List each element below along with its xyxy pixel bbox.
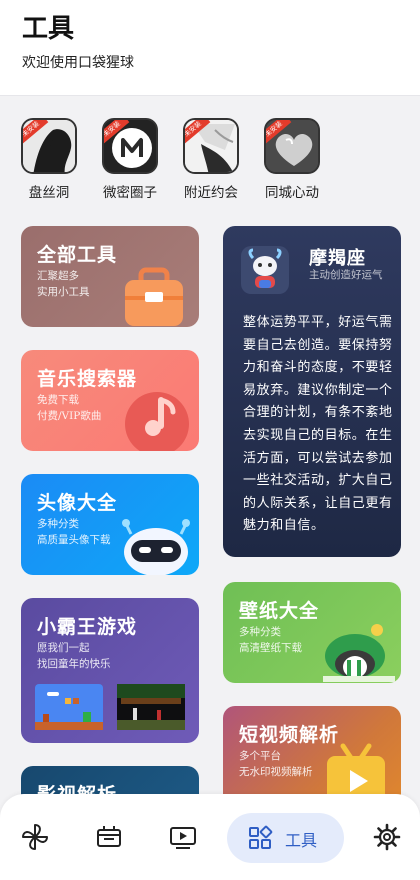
nav-home[interactable] <box>20 822 50 852</box>
card-desc-line: 多种分类 <box>37 518 79 530</box>
card-avatar[interactable]: 头像大全 多种分类 高质量头像下载 <box>21 474 199 575</box>
app-shortcuts: 未安装 盘丝洞 未安装 微密圈子 未安装 附近约会 未安装 同城心动 <box>0 118 420 201</box>
page-title: 工具 <box>22 14 75 44</box>
card-desc: 免费下载 付费/VIP歌曲 <box>37 392 101 424</box>
card-desc-line: 多个平台 <box>239 750 281 762</box>
card-desc-line: 愿我们一起 <box>37 642 90 654</box>
app-label: 微密圈子 <box>103 185 157 201</box>
horoscope-text: 整体运势平平，好运气需要自己去创造。要保持努力和奋斗的态度，不要轻易放弃。建议你… <box>243 315 393 534</box>
bottom-nav: 工具 <box>0 794 420 880</box>
card-all-tools[interactable]: 全部工具 汇聚超多 实用小工具 <box>21 226 199 327</box>
gear-icon <box>373 823 401 851</box>
card-music-search[interactable]: 音乐搜索器 免费下载 付费/VIP歌曲 <box>21 350 199 451</box>
nav-video[interactable] <box>168 822 198 852</box>
app-label: 附近约会 <box>184 185 238 201</box>
wallpaper-scene-icon <box>323 624 395 682</box>
grid-icon <box>249 825 273 849</box>
app-icon-pansidong: 未安装 <box>21 118 77 174</box>
zodiac-avatar <box>241 246 289 294</box>
nav-tools-label: 工具 <box>285 831 318 850</box>
page-subtitle: 欢迎使用口袋猩球 <box>22 55 134 71</box>
nav-settings[interactable] <box>372 822 402 852</box>
app-pansidong[interactable]: 未安装 盘丝洞 <box>13 118 85 201</box>
card-title: 全部工具 <box>37 244 118 266</box>
game-screenshot-contra <box>117 684 185 730</box>
card-wallpaper[interactable]: 壁纸大全 多种分类 高清壁纸下载 <box>223 582 401 683</box>
pinwheel-icon <box>22 824 48 850</box>
app-icon-nearby: 未安装 <box>183 118 239 174</box>
zodiac-title: 摩羯座 <box>309 248 366 269</box>
card-desc: 汇聚超多 实用小工具 <box>37 268 90 300</box>
card-desc-line: 多种分类 <box>239 626 281 638</box>
card-desc-line: 实用小工具 <box>37 286 90 298</box>
app-icon-tongcheng: 未安装 <box>264 118 320 174</box>
card-desc: 多种分类 高质量头像下载 <box>37 516 111 548</box>
card-desc: 多种分类 高清壁纸下载 <box>239 624 302 656</box>
card-desc-line: 高质量头像下载 <box>37 534 111 546</box>
ticket-icon <box>97 826 121 847</box>
zodiac-subtitle: 主动创造好运气 <box>309 269 383 281</box>
app-tongcheng[interactable]: 未安装 同城心动 <box>256 118 328 201</box>
card-desc-line: 付费/VIP歌曲 <box>37 410 102 422</box>
toolbox-icon <box>125 267 183 326</box>
music-note-icon <box>125 392 189 451</box>
card-desc: 多个平台 无水印视频解析 <box>239 748 313 780</box>
app-icon-weimi: 未安装 <box>102 118 158 174</box>
app-nearby[interactable]: 未安装 附近约会 <box>175 118 247 201</box>
app-label: 同城心动 <box>265 185 319 201</box>
app-weimi[interactable]: 未安装 微密圈子 <box>94 118 166 201</box>
card-desc-line: 汇聚超多 <box>37 270 79 282</box>
header: 工具 欢迎使用口袋猩球 <box>0 0 420 96</box>
card-title: 头像大全 <box>37 492 118 514</box>
card-title: 小霸王游戏 <box>37 616 138 638</box>
game-screenshot-mario <box>35 684 103 730</box>
play-screen-icon <box>170 827 196 849</box>
capricorn-icon <box>248 248 282 288</box>
card-game[interactable]: 小霸王游戏 愿我们一起 找回童年的快乐 <box>21 598 199 743</box>
card-desc-line: 高清壁纸下载 <box>239 642 302 654</box>
nav-ticket[interactable] <box>94 822 124 852</box>
card-desc: 愿我们一起 找回童年的快乐 <box>37 640 111 672</box>
card-horoscope[interactable]: 摩羯座 主动创造好运气 整体运势平平，好运气需要自己去创造。要保持努力和奋斗的态… <box>223 226 401 557</box>
card-desc-line: 无水印视频解析 <box>239 766 313 778</box>
tools-page: 工具 欢迎使用口袋猩球 未安装 盘丝洞 未安装 微密圈子 未安装 附近约会 未安… <box>0 0 420 880</box>
card-desc-line: 免费下载 <box>37 394 79 406</box>
app-label: 盘丝洞 <box>28 185 70 201</box>
card-desc-line: 找回童年的快乐 <box>37 658 111 670</box>
card-title: 壁纸大全 <box>239 600 320 622</box>
robot-icon <box>122 519 190 575</box>
nav-tools-active[interactable]: 工具 <box>227 813 344 863</box>
